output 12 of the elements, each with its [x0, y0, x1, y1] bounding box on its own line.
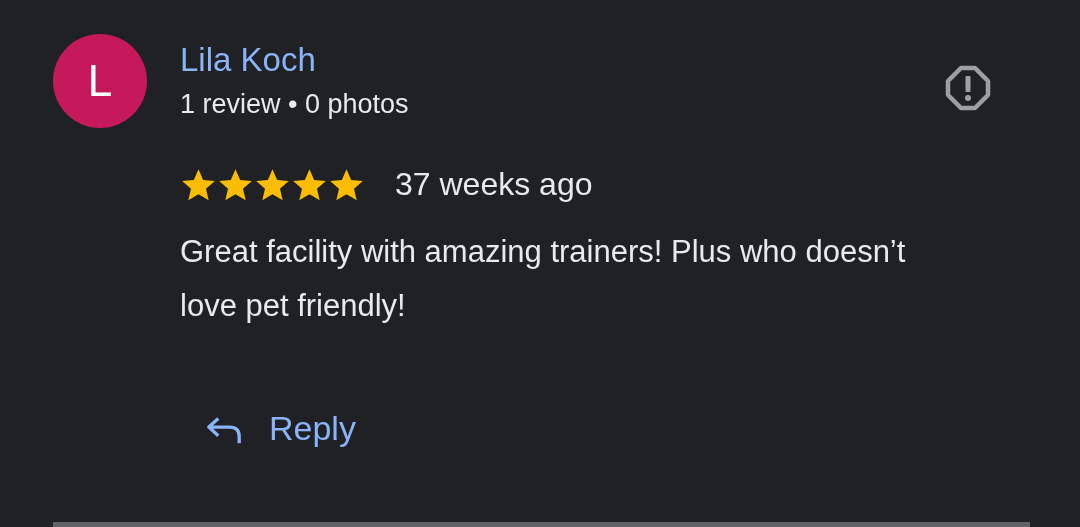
review-text: Great facility with amazing trainers! Plus who doesn’t love pet friendly!: [180, 233, 907, 325]
author-name[interactable]: Lila Koch: [180, 40, 944, 80]
star-icon: [328, 166, 365, 203]
reply-button[interactable]: Reply: [205, 401, 356, 456]
report-icon[interactable]: [944, 64, 992, 112]
star-icon: [180, 166, 217, 203]
author-meta: 1 review • 0 photos: [180, 88, 410, 121]
star-icon: [291, 166, 328, 203]
star-icon: [254, 166, 291, 203]
review-time: 37 weeks ago: [395, 166, 593, 203]
star-icon: [217, 166, 254, 203]
avatar: L: [53, 34, 147, 128]
